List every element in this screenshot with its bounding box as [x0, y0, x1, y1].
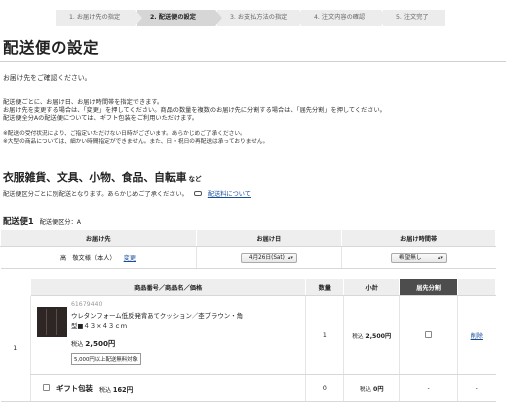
- step-label: 5. 注文完了: [396, 14, 429, 21]
- step-label: 1. お届け先の指定: [69, 14, 121, 21]
- step-complete: 5. 注文完了: [383, 10, 445, 26]
- category-description: 配送便区分ごとに別配送となります。あらかじめご了承ください。 配送料について: [3, 189, 251, 198]
- gift-delete: -: [457, 374, 496, 402]
- step-label: 2. 配送便の設定: [150, 14, 196, 21]
- category-title-text: 衣服雑貨、文具、小物、食品、自転車: [3, 171, 187, 184]
- gift-row: ギフト包装 税込 162円 0 税込 0円 - -: [1, 374, 496, 402]
- step-shipping: 2. 配送便の設定: [137, 10, 222, 26]
- product-info: 61679440 ウレタンフォーム低反発背あてクッション／杢ブラウン・角型■４３…: [31, 296, 305, 374]
- product-price: 税込 2,500円: [71, 339, 115, 349]
- select-arrow-icon: ▴▾: [287, 254, 293, 261]
- product-row: 1 61679440 ウレタンフォーム低反発背あてクッション／杢ブラウン・角型■…: [0, 295, 496, 402]
- gift-price-value: 162円: [112, 386, 134, 394]
- delivery-time-value: 希望無し: [398, 254, 422, 261]
- category-title-suffix: など: [188, 175, 202, 183]
- gift-wrap-price: 税込 162円: [99, 384, 133, 394]
- delivery-date-value: 4月26日(Sat): [248, 254, 285, 261]
- category-title: 衣服雑貨、文具、小物、食品、自転車 など: [3, 169, 202, 185]
- gift-split: -: [399, 374, 458, 402]
- delivery-header-row: お届け先 お届け日 お届け時間帯: [0, 229, 496, 247]
- items-table: 商品番号／商品名／価格 数量 小計 届先分割 1 61679440 ウレタンフォ…: [0, 278, 496, 402]
- gift-price-prefix: 税込: [98, 387, 111, 394]
- gift-quantity: 0: [305, 374, 344, 402]
- free-shipping-badge: 5,000円以上配送無料対象: [70, 353, 141, 365]
- rownum-header: [0, 278, 31, 296]
- split-checkbox[interactable]: [425, 331, 433, 339]
- delete-cell: 削除: [457, 295, 496, 375]
- split-cell: [399, 295, 458, 375]
- quantity-cell: 1: [305, 295, 344, 375]
- product-name[interactable]: ウレタンフォーム低反発背あてクッション／杢ブラウン・角型■４３×４３ｃｍ: [71, 311, 246, 331]
- cushion-image[interactable]: [36, 307, 67, 337]
- header-date: お届け日: [195, 229, 343, 247]
- delivery-table: お届け先 お届け日 お届け時間帯 高 敬文様（本人） 変更 4月26日(Sat) ▴…: [0, 229, 496, 269]
- date-cell: 4月26日(Sat) ▴▾: [195, 246, 342, 269]
- price-prefix: 税込: [70, 341, 84, 348]
- change-address-link[interactable]: 変更: [124, 255, 136, 262]
- recipient-cell: 高 敬文様（本人） 変更: [0, 246, 196, 269]
- shipment-class: 配送便区分：A: [39, 219, 82, 226]
- product-code: 61679440: [70, 301, 103, 308]
- category-description-text: 配送便区分ごとに別配送となります。あらかじめご了承ください。: [3, 191, 188, 198]
- description-line: 配送便全分Aの配送便については、ギフト包装をご利用いただけます。: [3, 115, 199, 122]
- gift-cell: ギフト包装 税込 162円: [29, 374, 306, 402]
- subtotal-prefix: 税込: [352, 333, 364, 340]
- gift-info: ギフト包装 税込 162円: [31, 375, 305, 401]
- delivery-time-select[interactable]: 希望無し ▴▾: [390, 252, 447, 263]
- gift-wrap-checkbox[interactable]: [42, 384, 50, 391]
- page-title: 配送便の設定: [3, 39, 100, 57]
- subtotal-value: 2,500円: [365, 332, 392, 340]
- subtotal-cell: 税込 2,500円: [343, 295, 400, 375]
- shipping-fee-link[interactable]: 配送料について: [208, 191, 251, 198]
- header-time: お届け時間帯: [341, 229, 496, 247]
- delivery-row: 高 敬文様（本人） 変更 4月26日(Sat) ▴▾ 希望無し ▴▾: [0, 246, 496, 269]
- select-arrow-icon: ▴▾: [437, 254, 443, 261]
- recipient-name: 高 敬文様（本人）: [59, 255, 116, 262]
- step-label: 4. 注文内容の確認: [314, 14, 366, 21]
- header-recipient: お届け先: [0, 229, 197, 247]
- delivery-date-select[interactable]: 4月26日(Sat) ▴▾: [240, 252, 297, 263]
- row-number: 1: [0, 295, 31, 402]
- time-cell: 希望無し ▴▾: [341, 246, 496, 269]
- product-cell: 61679440 ウレタンフォーム低反発背あてクッション／杢ブラウン・角型■４３…: [29, 295, 306, 375]
- header-split: 届先分割: [399, 278, 459, 296]
- header-quantity: 数量: [305, 278, 345, 296]
- gift-subtotal-value: 0円: [373, 385, 384, 393]
- step-label: 3. お支払方法の指定: [230, 14, 288, 21]
- delete-link[interactable]: 削除: [471, 333, 483, 340]
- header-product: 商品番号／商品名／価格: [29, 278, 307, 296]
- shipment-title: 配送便1: [3, 216, 34, 226]
- step-address: 1. お届け先の指定: [56, 10, 142, 26]
- title-divider: [0, 61, 506, 62]
- step-confirm: 4. 注文内容の確認: [301, 10, 388, 26]
- note-line: ※大型の商品については、細かい時間指定ができません。また、日・祝日の再配送は承っ…: [3, 139, 269, 145]
- items-header-row: 商品番号／商品名／価格 数量 小計 届先分割: [0, 278, 496, 296]
- header-subtotal: 小計: [343, 278, 401, 296]
- gift-subtotal-prefix: 税込: [359, 386, 372, 393]
- gift-wrap-label: ギフト包装: [55, 384, 93, 393]
- link-icon: [193, 190, 202, 196]
- gift-subtotal: 税込 0円: [343, 374, 400, 402]
- header-delete: [457, 278, 496, 296]
- shipment-heading: 配送便1 配送便区分：A: [3, 215, 81, 227]
- confirm-text: お届け先をご確認ください。: [3, 74, 92, 82]
- checkout-steps: 1. お届け先の指定 2. 配送便の設定 3. お支払方法の指定 4. 注文内容…: [56, 10, 447, 26]
- step-payment: 3. お支払方法の指定: [217, 10, 306, 26]
- price-value: 2,500円: [85, 339, 116, 348]
